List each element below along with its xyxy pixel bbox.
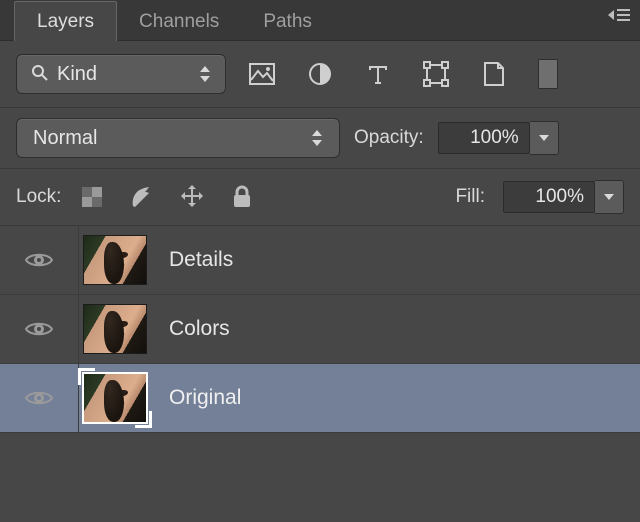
layer-thumbnail[interactable] bbox=[83, 373, 147, 423]
blend-row: Normal Opacity: 100% bbox=[0, 108, 640, 169]
layer-row[interactable]: Details bbox=[0, 226, 640, 295]
layer-row[interactable]: Colors bbox=[0, 295, 640, 364]
updown-icon bbox=[199, 64, 211, 84]
layers-panel: Layers Channels Paths Kind bbox=[0, 0, 640, 522]
filter-shape-icon[interactable] bbox=[422, 60, 450, 88]
opacity-input[interactable]: 100% bbox=[438, 122, 530, 154]
fill-label: Fill: bbox=[455, 186, 485, 208]
layer-thumbnail[interactable] bbox=[83, 235, 147, 285]
lock-all-icon[interactable] bbox=[229, 184, 255, 210]
filter-toggle-switch[interactable] bbox=[538, 59, 558, 89]
filter-kind-select[interactable]: Kind bbox=[16, 54, 226, 94]
tab-layers[interactable]: Layers bbox=[14, 1, 117, 41]
lock-image-icon[interactable] bbox=[129, 184, 155, 210]
filter-type-icon[interactable] bbox=[364, 60, 392, 88]
fill-input[interactable]: 100% bbox=[503, 181, 595, 213]
layer-name[interactable]: Colors bbox=[169, 317, 230, 341]
layer-name[interactable]: Details bbox=[169, 248, 233, 272]
panel-tabs: Layers Channels Paths bbox=[0, 0, 640, 41]
blend-mode-select[interactable]: Normal bbox=[16, 118, 340, 158]
filter-pixel-icon[interactable] bbox=[248, 60, 276, 88]
search-icon bbox=[31, 64, 49, 85]
filter-adjustment-icon[interactable] bbox=[306, 60, 334, 88]
filter-smartobject-icon[interactable] bbox=[480, 60, 508, 88]
opacity-dropdown-button[interactable] bbox=[530, 121, 559, 155]
fill-dropdown-button[interactable] bbox=[595, 180, 624, 214]
layer-filter-icons bbox=[248, 60, 508, 88]
layer-name[interactable]: Original bbox=[169, 386, 241, 410]
tab-channels[interactable]: Channels bbox=[117, 2, 241, 41]
opacity-label: Opacity: bbox=[354, 127, 424, 149]
visibility-toggle[interactable] bbox=[0, 295, 79, 363]
layer-list: Details Colors Original bbox=[0, 226, 640, 433]
filter-kind-label: Kind bbox=[57, 63, 191, 86]
layer-filter-row: Kind bbox=[0, 41, 640, 108]
panel-menu-button[interactable] bbox=[608, 8, 630, 22]
visibility-toggle[interactable] bbox=[0, 226, 79, 294]
lock-label: Lock: bbox=[16, 186, 61, 208]
visibility-toggle[interactable] bbox=[0, 364, 79, 432]
blend-mode-label: Normal bbox=[33, 127, 303, 150]
lock-transparency-icon[interactable] bbox=[79, 184, 105, 210]
layer-thumbnail[interactable] bbox=[83, 304, 147, 354]
lock-position-icon[interactable] bbox=[179, 184, 205, 210]
layer-row[interactable]: Original bbox=[0, 364, 640, 433]
lock-icons bbox=[79, 184, 255, 210]
tab-paths[interactable]: Paths bbox=[241, 2, 334, 41]
lock-row: Lock: Fill: 100% bbox=[0, 169, 640, 226]
updown-icon bbox=[311, 128, 323, 148]
